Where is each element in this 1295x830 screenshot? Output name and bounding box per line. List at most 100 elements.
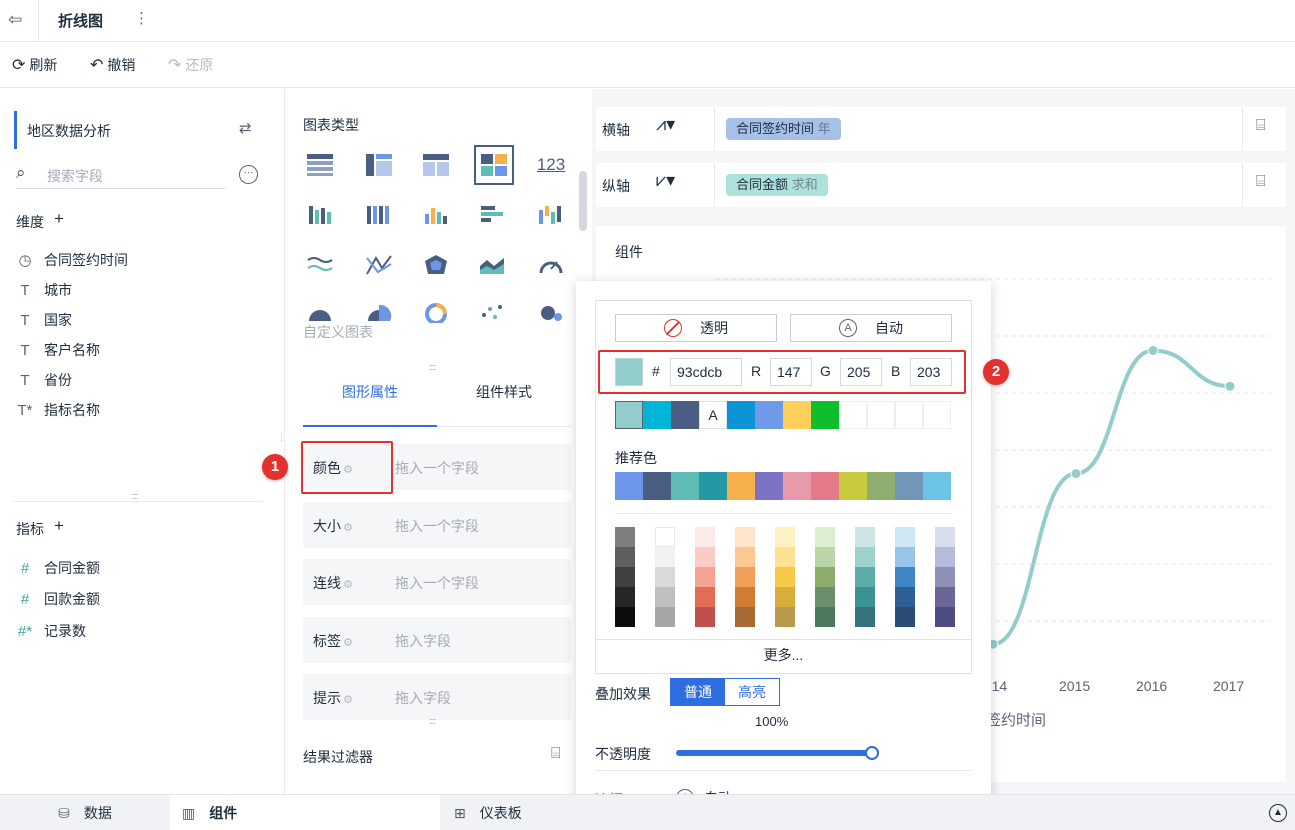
shade-color-swatch[interactable] xyxy=(735,547,755,567)
shade-color-swatch[interactable] xyxy=(735,607,755,627)
tab-component-style[interactable]: 组件样式 xyxy=(437,377,571,427)
shade-color-swatch[interactable] xyxy=(775,527,795,547)
color-drop-zone[interactable]: 拖入一个字段 xyxy=(395,458,479,478)
column-chart-icon[interactable] xyxy=(421,200,451,230)
shade-color-swatch[interactable] xyxy=(855,567,875,587)
shade-color-swatch[interactable] xyxy=(935,587,955,607)
y-axis-field-pill[interactable]: 合同金额 求和 xyxy=(726,174,828,196)
recommended-color-swatch[interactable] xyxy=(811,472,839,500)
chart-type-scrollbar[interactable] xyxy=(579,171,587,231)
shade-color-swatch[interactable] xyxy=(695,607,715,627)
tab-dashboard[interactable]: ⊞ 仪表板 xyxy=(440,795,590,830)
dataset-selector[interactable]: 地区数据分析 ⇄ xyxy=(14,111,267,149)
shade-color-swatch[interactable] xyxy=(895,527,915,547)
recommended-color-swatch[interactable] xyxy=(867,472,895,500)
add-dimension-icon[interactable]: + xyxy=(54,210,64,232)
shade-color-swatch[interactable] xyxy=(935,547,955,567)
shade-color-swatch[interactable] xyxy=(895,587,915,607)
line-drop-zone[interactable]: 拖入一个字段 xyxy=(395,573,479,593)
shade-color-swatch[interactable] xyxy=(855,527,875,547)
shade-color-swatch[interactable] xyxy=(655,547,675,567)
recent-color-swatch[interactable] xyxy=(643,401,671,429)
shade-color-swatch[interactable] xyxy=(695,547,715,567)
radar-chart-icon[interactable] xyxy=(421,250,451,280)
shade-color-swatch[interactable] xyxy=(615,587,635,607)
scatter-chart-icon[interactable] xyxy=(477,297,507,327)
shade-color-swatch[interactable] xyxy=(655,527,675,547)
recent-color-swatch[interactable] xyxy=(615,401,643,429)
opacity-slider[interactable] xyxy=(676,750,872,756)
gear-icon[interactable]: ⚙ xyxy=(343,522,353,534)
recommended-color-swatch[interactable] xyxy=(923,472,951,500)
overlay-normal-option[interactable]: 普通 xyxy=(671,679,725,705)
recent-color-swatch[interactable] xyxy=(811,401,839,429)
overlay-highlight-option[interactable]: 高亮 xyxy=(725,679,779,705)
gear-icon[interactable]: ⚙ xyxy=(343,694,353,706)
stacked-column-icon[interactable] xyxy=(364,200,394,230)
shade-color-swatch[interactable] xyxy=(655,607,675,627)
detail-table-icon[interactable] xyxy=(421,150,451,180)
undo-button[interactable]: ↶ 撤销 xyxy=(90,55,135,75)
tooltip-property-row[interactable]: 提示 ⚙ 拖入字段 xyxy=(303,674,571,720)
shade-color-swatch[interactable] xyxy=(615,527,635,547)
x-axis-field-pill[interactable]: 合同签约时间 年 xyxy=(726,118,841,140)
shade-color-swatch[interactable] xyxy=(855,607,875,627)
more-options-icon[interactable]: ··· xyxy=(239,165,258,184)
shade-color-swatch[interactable] xyxy=(895,567,915,587)
recommended-color-swatch[interactable] xyxy=(727,472,755,500)
shade-color-swatch[interactable] xyxy=(695,527,715,547)
recommended-color-swatch[interactable] xyxy=(671,472,699,500)
shade-color-swatch[interactable] xyxy=(735,527,755,547)
bubble-chart-icon[interactable] xyxy=(536,297,566,327)
search-box[interactable]: ⌕ 搜索字段 xyxy=(16,161,226,189)
dimension-item[interactable]: T 客户名称 xyxy=(16,340,100,360)
auto-color-button[interactable]: A 自动 xyxy=(790,314,952,342)
resize-handle-icon[interactable]: :::: xyxy=(131,491,138,501)
shade-color-swatch[interactable] xyxy=(695,587,715,607)
shade-color-swatch[interactable] xyxy=(615,607,635,627)
recent-color-swatch[interactable] xyxy=(671,401,699,429)
line-property-row[interactable]: 连线 ⚙ 拖入一个字段 xyxy=(303,559,571,605)
recent-color-swatch[interactable] xyxy=(755,401,783,429)
cross-table-icon[interactable] xyxy=(364,150,394,180)
opacity-slider-handle[interactable] xyxy=(865,746,879,760)
y-axis-clear-icon[interactable]: ⌸ xyxy=(1256,173,1266,191)
collapse-up-icon[interactable]: ▲ xyxy=(1269,804,1287,822)
tooltip-drop-zone[interactable]: 拖入字段 xyxy=(395,688,451,708)
shade-color-swatch[interactable] xyxy=(815,527,835,547)
y-axis-type-icon[interactable]: ⩗▾ xyxy=(656,170,675,191)
scatter-line-icon[interactable] xyxy=(364,250,394,280)
shade-color-swatch[interactable] xyxy=(615,547,635,567)
more-icon[interactable]: ⋮ xyxy=(134,9,149,27)
shade-color-swatch[interactable] xyxy=(615,567,635,587)
exit-icon[interactable]: ⇦ xyxy=(8,10,22,30)
recommended-color-swatch[interactable] xyxy=(895,472,923,500)
x-axis-type-icon[interactable]: ⩘▾ xyxy=(656,114,675,135)
grouped-bar-icon[interactable] xyxy=(305,200,335,230)
measure-item[interactable]: # 回款金额 xyxy=(16,589,100,609)
data-point[interactable] xyxy=(1147,344,1159,356)
tab-graphic-properties[interactable]: 图形属性 xyxy=(303,377,437,427)
shade-color-swatch[interactable] xyxy=(735,567,755,587)
transparent-button[interactable]: 透明 xyxy=(615,314,777,342)
shade-color-swatch[interactable] xyxy=(695,567,715,587)
switch-dataset-icon[interactable]: ⇄ xyxy=(239,119,252,137)
dimension-item[interactable]: T 城市 xyxy=(16,280,72,300)
label-drop-zone[interactable]: 拖入字段 xyxy=(395,631,451,651)
shade-color-swatch[interactable] xyxy=(815,547,835,567)
gear-icon[interactable]: ⚙ xyxy=(343,579,353,591)
shade-color-swatch[interactable] xyxy=(855,547,875,567)
shade-color-swatch[interactable] xyxy=(775,547,795,567)
shade-color-swatch[interactable] xyxy=(935,567,955,587)
table-chart-icon[interactable] xyxy=(305,150,335,180)
data-point[interactable] xyxy=(1070,468,1082,480)
recent-color-swatch[interactable] xyxy=(727,401,755,429)
add-measure-icon[interactable]: + xyxy=(54,517,64,539)
shade-color-swatch[interactable] xyxy=(815,607,835,627)
x-axis-clear-icon[interactable]: ⌸ xyxy=(1256,117,1266,135)
waterfall-chart-icon[interactable] xyxy=(536,200,566,230)
shade-color-swatch[interactable] xyxy=(655,587,675,607)
search-input[interactable]: 搜索字段 xyxy=(47,166,103,186)
line-chart-type-icon[interactable] xyxy=(305,250,335,280)
recommended-color-swatch[interactable] xyxy=(615,472,643,500)
